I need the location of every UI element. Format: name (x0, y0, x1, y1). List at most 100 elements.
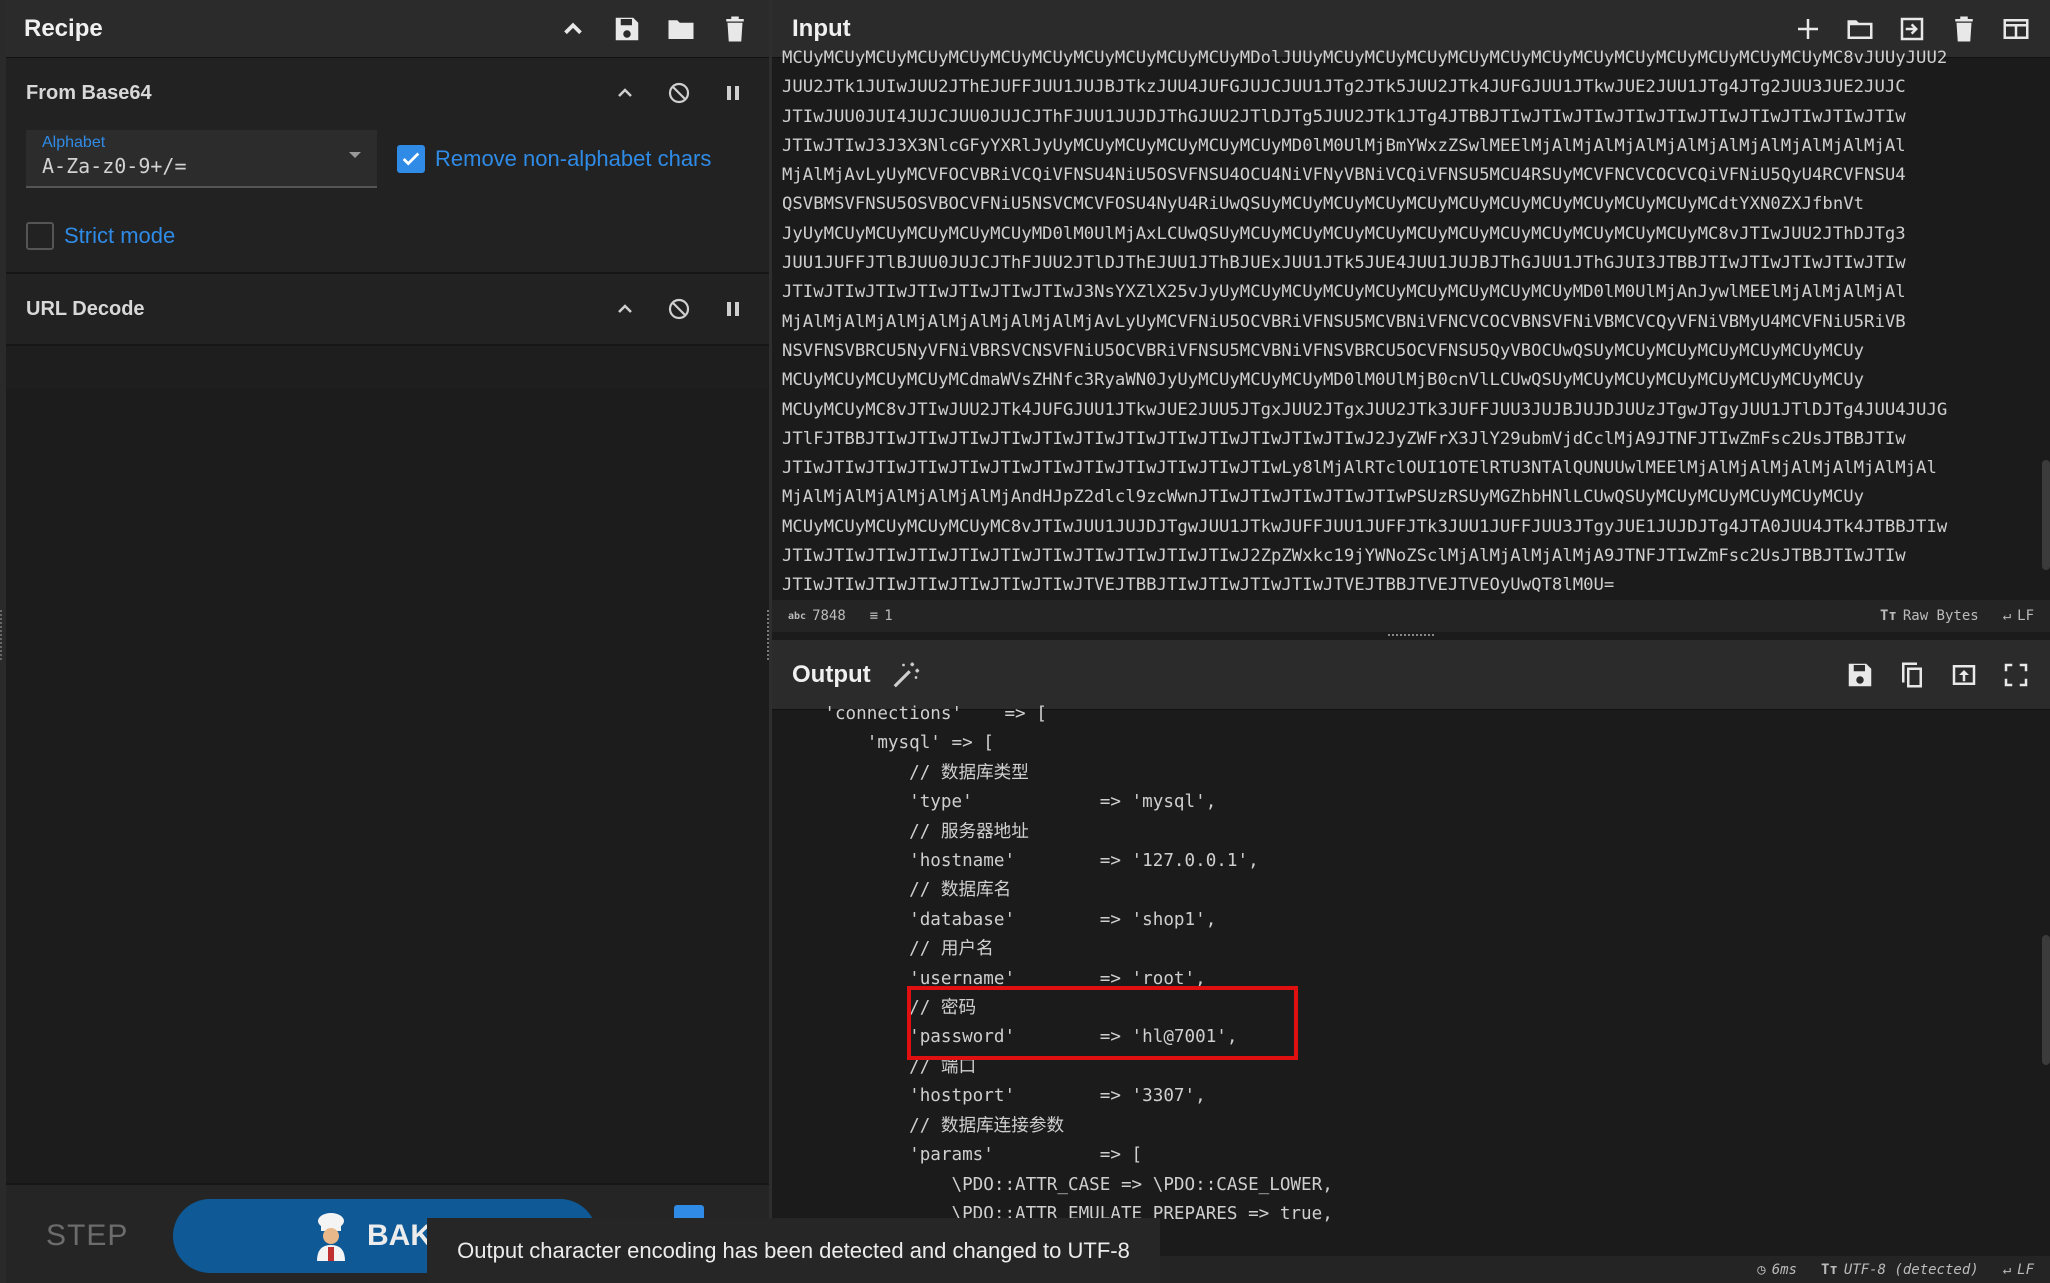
open-folder-button[interactable] (1896, 13, 1928, 45)
step-button[interactable]: STEP (46, 1219, 128, 1253)
input-line: QSVBMSVFNSU5OSVBOCVFNiU5NSVCMCVFOSU4NyU4… (782, 194, 1865, 215)
strict-mode-label: Strict mode (64, 223, 176, 248)
return-arrow-icon: ↵ (2002, 608, 2012, 624)
output-line: // 用户名 (782, 939, 994, 960)
maximize-output-button[interactable] (2000, 659, 2032, 691)
operation-title: URL Decode (26, 297, 145, 320)
import-icon (1900, 17, 1924, 40)
output-line: 'params' => [ (782, 1145, 1143, 1166)
disable-icon (668, 82, 690, 104)
pause-operation-button[interactable] (717, 77, 749, 109)
input-line: JUU2JTk1JUIwJUU2JThEJUFFJUU1JUJBJTkzJUU4… (782, 77, 1906, 98)
plus-icon (1798, 18, 1818, 39)
input-line: MCUyMCUyMCUyMCUyMCdmaWVsZHNfc3RyaWN0JyUy… (782, 370, 1865, 391)
input-line: MjAlMjAvLyUyMCVFOCVBRiVCQiVFNSU4NiU5OSVF… (782, 165, 1906, 186)
lines-indicator: ≡ 1 (870, 608, 893, 624)
horizontal-resize-handle[interactable] (1388, 634, 1434, 638)
collapse-all-button[interactable] (557, 13, 589, 45)
input-eol: LF (2017, 608, 2034, 624)
lines-icon: ≡ (869, 608, 879, 624)
recipe-drop-area[interactable] (6, 388, 769, 1183)
save-recipe-button[interactable] (611, 13, 643, 45)
checkbox-unchecked-icon (26, 222, 54, 250)
pause-icon (727, 86, 739, 100)
replace-input-button[interactable] (1948, 659, 1980, 691)
input-length: 7848 (812, 608, 846, 624)
password-highlight-box (907, 986, 1298, 1060)
magic-button[interactable] (891, 658, 925, 692)
disable-operation-button[interactable] (663, 293, 695, 325)
input-line: MCUyMCUyMC8vJTIwJUU2JTk4JUFGJUU1JTkwJUE2… (782, 399, 1948, 420)
input-line: JyUyMCUyMCUyMCUyMCUyMCUyMD0lM0UlMjAxLCUw… (782, 223, 1906, 244)
output-line: 'hostport' => '3307', (782, 1086, 1206, 1107)
input-encoding-button[interactable]: Tт Raw Bytes (1880, 608, 1979, 624)
clock-icon: ◷ (1757, 1261, 1766, 1278)
chevron-up-icon (618, 88, 632, 97)
input-status-bar: abc 7848 ≡ 1 Tт Raw Bytes ↵ LF (772, 600, 2050, 632)
save-output-button[interactable] (1844, 659, 1876, 691)
layout-icon (2003, 18, 2029, 39)
output-line: 'type' => 'mysql', (782, 792, 1217, 813)
input-eol-button[interactable]: ↵ LF (2003, 608, 2034, 624)
recipe-title: Recipe (24, 14, 103, 42)
output-textarea[interactable]: 'connections' => [ 'mysql' => [ // 数据库类型… (782, 700, 2032, 1255)
return-arrow-icon: ↵ (2002, 1261, 2012, 1278)
alphabet-label: Alphabet (42, 134, 106, 151)
recipe-header: Recipe (6, 0, 769, 58)
add-tab-button[interactable] (1792, 13, 1824, 45)
load-recipe-button[interactable] (665, 13, 697, 45)
remove-nonalpha-label: Remove non-alphabet chars (435, 146, 712, 171)
magic-wand-icon (893, 662, 919, 687)
alphabet-select[interactable]: Alphabet A-Za-z0-9+/= (26, 130, 377, 188)
operation-title: From Base64 (26, 81, 152, 104)
open-file-button[interactable] (1844, 13, 1876, 45)
reset-layout-button[interactable] (2000, 13, 2032, 45)
output-line: 'database' => 'shop1', (782, 909, 1217, 930)
pause-operation-button[interactable] (717, 293, 749, 325)
panel-resize-handle[interactable] (0, 610, 4, 660)
abc-icon: abc (788, 610, 807, 622)
input-encoding: Raw Bytes (1902, 608, 1979, 624)
copy-output-button[interactable] (1896, 659, 1928, 691)
input-line: MCUyMCUyMCUyMCUyMCUyMCUyMCUyMCUyMCUyMCUy… (782, 48, 1948, 68)
trash-icon (726, 16, 744, 41)
output-line: // 数据库名 (782, 880, 1012, 901)
remove-nonalpha-checkbox[interactable]: Remove non-alphabet chars (397, 145, 711, 173)
input-textarea[interactable]: MCUyMCUyMCUyMCUyMCUyMCUyMCUyMCUyMCUyMCUy… (782, 44, 2032, 599)
collapse-operation-button[interactable] (609, 293, 641, 325)
text-format-icon: Tт (1820, 1261, 1838, 1278)
clear-input-button[interactable] (1948, 13, 1980, 45)
input-line: NSVFNSVBRCU5NyVFNiVBRSVCNSVFNiU5OCVBRiVF… (782, 340, 1865, 361)
folder-icon (668, 19, 694, 39)
maximize-icon (2004, 663, 2028, 686)
input-panel: Input MCUyMCUyMCUyMCUyMCUyMCUyMCUyMCUyMC… (772, 0, 2050, 632)
input-line: JTIwJTIwJTIwJTIwJTIwJTIwJTIwJTVEJTBBJTIw… (782, 575, 1615, 596)
disable-operation-button[interactable] (663, 77, 695, 109)
input-line: JTlFJTBBJTIwJTIwJTIwJTIwJTIwJTIwJTIwJTIw… (782, 428, 1906, 449)
input-line: JTIwJTIwJTIwJTIwJTIwJTIwJTIwJTIwJTIwJTIw… (782, 458, 1937, 479)
output-scrollbar[interactable] (2042, 935, 2050, 1065)
chef-icon (317, 1213, 345, 1261)
pause-icon (727, 302, 739, 316)
text-format-icon: Tт (1879, 608, 1897, 624)
input-line: MCUyMCUyMCUyMCUyMCUyMC8vJTIwJUU1JUJDJTgw… (782, 516, 1948, 537)
clear-recipe-button[interactable] (719, 13, 751, 45)
bake-time: 6ms (1771, 1261, 1797, 1278)
input-scrollbar[interactable] (2042, 460, 2050, 570)
input-line: JTIwJTIwJ3J3X3NlcGFyYXRlJyUyMCUyMCUyMCUy… (782, 135, 1906, 156)
output-line: \PDO::ATTR_CASE => \PDO::CASE_LOWER, (782, 1174, 1333, 1195)
output-panel: Output 'connections' => [ 'mysql' => [/… (772, 640, 2050, 1283)
input-title: Input (792, 14, 851, 42)
output-encoding-button[interactable]: Tт UTF-8 (detected) (1821, 1262, 1979, 1278)
chevron-up-icon (564, 22, 582, 34)
input-line: MjAlMjAlMjAlMjAlMjAlMjAndHJpZ2dlcl9zcWwn… (782, 487, 1865, 508)
input-lines: 1 (884, 608, 893, 624)
output-line: // 服务器地址 (782, 821, 1029, 842)
strict-mode-checkbox[interactable]: Strict mode (26, 222, 749, 250)
input-line: JTIwJTIwJTIwJTIwJTIwJTIwJTIwJ3NsYXZlX25v… (782, 282, 1906, 303)
chevron-up-icon (618, 304, 632, 313)
collapse-operation-button[interactable] (609, 77, 641, 109)
output-line: // 数据库连接参数 (782, 1115, 1065, 1136)
output-eol-button[interactable]: ↵ LF (2003, 1262, 2034, 1278)
input-line: MjAlMjAlMjAlMjAlMjAlMjAlMjAlMjAvLyUyMCVF… (782, 311, 1906, 332)
